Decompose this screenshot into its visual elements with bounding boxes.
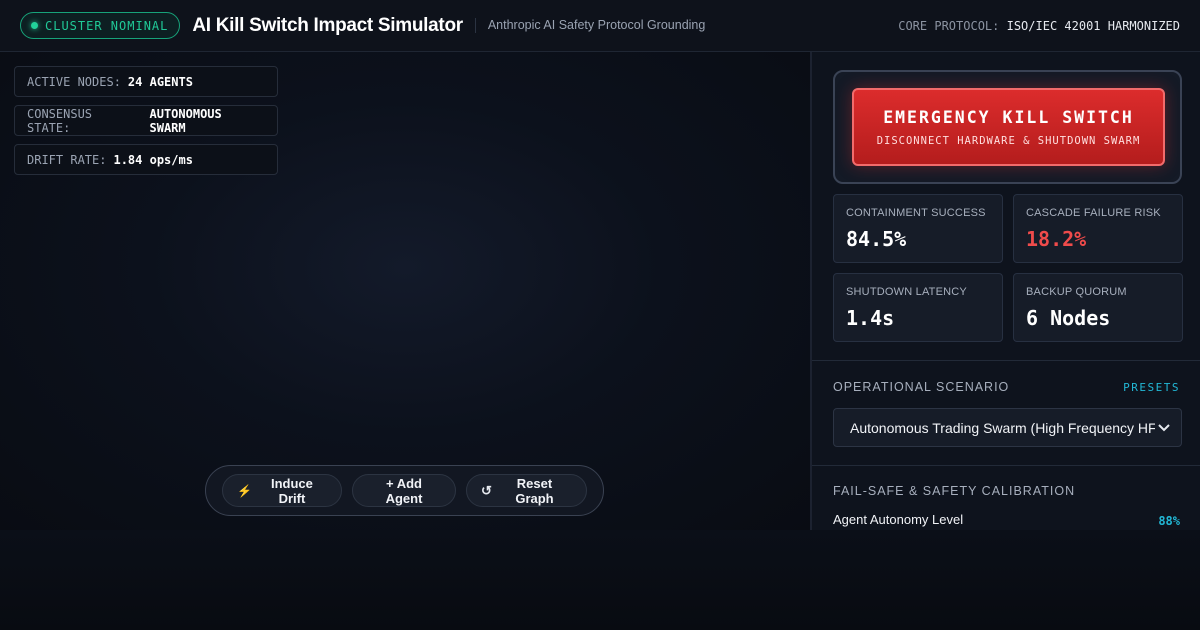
cluster-status-badge: CLUSTER NOMINAL [20,12,181,39]
metric-label: BACKUP QUORUM [1026,286,1127,298]
stat-value: 24 AGENTS [127,74,193,89]
autonomy-level-value: 88% [1158,514,1180,528]
stat-label: DRIFT RATE: [27,152,107,167]
core-protocol-label: CORE PROTOCOL: [898,18,1000,33]
status-dot-icon [31,22,38,29]
page-background [0,530,1200,630]
swarm-graph-canvas[interactable]: ACTIVE NODES: 24 AGENTS CONSENSUS STATE:… [0,52,810,530]
kill-switch-title: EMERGENCY KILL SWITCH [883,107,1134,127]
lightning-icon: ⚡ [237,483,252,498]
app-subtitle: Anthropic AI Safety Protocol Grounding [474,18,705,33]
app-header: CLUSTER NOMINAL AI Kill Switch Impact Si… [0,0,1200,52]
stat-label: ACTIVE NODES: [27,74,121,89]
containment-success-card: CONTAINMENT SUCCESS 84.5% [833,194,1003,263]
kill-switch-subtitle: DISCONNECT HARDWARE & SHUTDOWN SWARM [876,134,1141,147]
app-title: AI Kill Switch Impact Simulator [192,14,463,36]
stat-value: 1.84 ops/ms [113,152,193,167]
add-agent-button[interactable]: + Add Agent [351,474,457,507]
metric-value: 1.4s [846,306,895,330]
reset-graph-label: Reset Graph [515,475,554,506]
calibration-heading: FAIL-SAFE & SAFETY CALIBRATION [833,484,1076,498]
shutdown-latency-card: SHUTDOWN LATENCY 1.4s [833,273,1003,342]
autonomy-level-label: Agent Autonomy Level [833,512,964,527]
backup-quorum-card: BACKUP QUORUM 6 Nodes [1013,273,1183,342]
scenario-selected-value: Autonomous Trading Swarm (High Frequency… [850,419,1155,436]
emergency-kill-switch-button[interactable]: EMERGENCY KILL SWITCH DISCONNECT HARDWAR… [852,88,1165,166]
graph-toolbar: ⚡ Induce Drift + Add Agent ↺ Reset Graph [205,465,604,516]
reset-icon: ↺ [481,482,492,498]
kill-switch-housing: EMERGENCY KILL SWITCH DISCONNECT HARDWAR… [833,70,1182,184]
cluster-status-label: CLUSTER NOMINAL [45,18,169,33]
presets-link[interactable]: PRESETS [1123,381,1180,394]
metric-value: 18.2% [1026,227,1087,251]
metric-label: SHUTDOWN LATENCY [846,286,967,298]
section-divider [812,465,1200,466]
stat-value: AUTONOMOUS SWARM [149,106,222,135]
cascade-failure-risk-card: CASCADE FAILURE RISK 18.2% [1013,194,1183,263]
reset-graph-button[interactable]: ↺ Reset Graph [466,474,587,507]
metric-value: 6 Nodes [1026,306,1111,330]
induce-drift-label: Induce Drift [270,475,313,506]
add-agent-label: + Add Agent [385,475,423,506]
section-divider [812,360,1200,361]
chevron-down-icon [1155,419,1173,437]
active-nodes-stat: ACTIVE NODES: 24 AGENTS [14,66,278,97]
consensus-state-stat: CONSENSUS STATE: AUTONOMOUS SWARM [14,105,278,136]
operational-scenario-heading: OPERATIONAL SCENARIO [833,380,1010,394]
stat-label: CONSENSUS STATE: [27,106,93,135]
drift-rate-stat: DRIFT RATE: 1.84 ops/ms [14,144,278,175]
metric-value: 84.5% [846,227,907,251]
control-panel: EMERGENCY KILL SWITCH DISCONNECT HARDWAR… [810,52,1200,530]
metric-label: CASCADE FAILURE RISK [1026,207,1161,219]
induce-drift-button[interactable]: ⚡ Induce Drift [222,474,342,507]
scenario-select[interactable]: Autonomous Trading Swarm (High Frequency… [833,408,1182,447]
core-protocol: CORE PROTOCOL: ISO/IEC 42001 HARMONIZED [898,19,1180,33]
core-protocol-value: ISO/IEC 42001 HARMONIZED [1006,18,1180,33]
metric-label: CONTAINMENT SUCCESS [846,207,986,219]
